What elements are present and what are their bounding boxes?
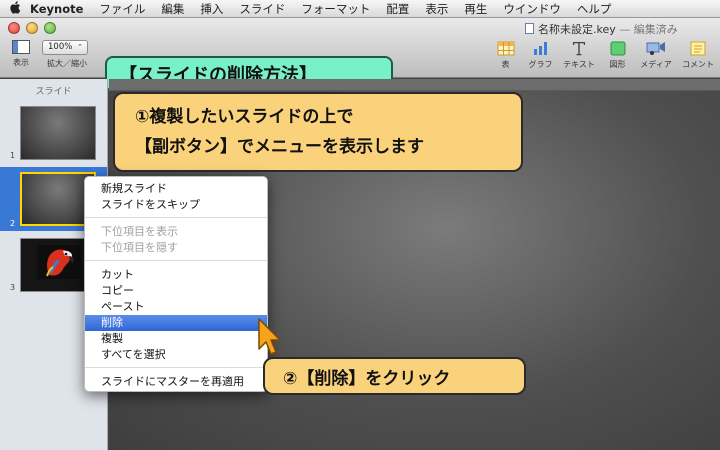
- menu-edit[interactable]: 編集: [161, 1, 184, 17]
- menu-help[interactable]: ヘルプ: [577, 1, 612, 17]
- media-icon: [646, 40, 666, 56]
- menu-item-new-slide[interactable]: 新規スライド: [85, 181, 267, 197]
- menu-file[interactable]: ファイル: [99, 1, 145, 17]
- shape-button[interactable]: 図形: [601, 40, 634, 70]
- slide-number: 1: [10, 151, 16, 160]
- window-toolbar: 名称未設定.key — 編集済み 表示 100% ⌃ 拡大／縮小 表 グラフ テキ…: [0, 18, 720, 92]
- close-window-button[interactable]: [8, 22, 20, 34]
- menu-slide[interactable]: スライド: [239, 1, 285, 17]
- table-button[interactable]: 表: [489, 40, 522, 70]
- menu-app-name[interactable]: Keynote: [30, 2, 83, 16]
- menu-play[interactable]: 再生: [464, 1, 487, 17]
- menu-item-duplicate[interactable]: 複製: [85, 331, 267, 347]
- slide-thumbnail[interactable]: [20, 106, 96, 160]
- chart-button[interactable]: グラフ: [524, 40, 557, 70]
- table-icon: [496, 40, 516, 56]
- menu-item-reapply-master[interactable]: スライドにマスターを再適用: [85, 374, 267, 390]
- menu-format[interactable]: フォーマット: [301, 1, 370, 17]
- menu-insert[interactable]: 挿入: [200, 1, 223, 17]
- window-controls: [8, 22, 56, 34]
- menu-view[interactable]: 表示: [425, 1, 448, 17]
- menu-item-cut[interactable]: カット: [85, 267, 267, 283]
- zoom-label: 拡大／縮小: [47, 59, 87, 68]
- menu-item-delete[interactable]: 削除: [85, 315, 267, 331]
- text-label: テキスト: [563, 60, 595, 69]
- instruction-callout-step2: ②【削除】をクリック: [263, 357, 526, 395]
- document-name: 名称未設定.key: [538, 23, 616, 36]
- comment-label: コメント: [682, 60, 714, 69]
- text-button[interactable]: テキスト: [559, 40, 599, 70]
- menu-separator: [85, 367, 267, 368]
- text-icon: [569, 40, 589, 56]
- slide-number: 2: [10, 219, 16, 228]
- zoom-select[interactable]: 100% ⌃: [42, 40, 88, 55]
- minimize-window-button[interactable]: [26, 22, 38, 34]
- slide-thumbnail-row[interactable]: 1: [0, 101, 107, 163]
- menu-separator: [85, 217, 267, 218]
- zoom-window-button[interactable]: [44, 22, 56, 34]
- menu-arrange[interactable]: 配置: [386, 1, 409, 17]
- toolbar-insert-buttons: 表 グラフ テキスト 図形 メディア コメント: [487, 40, 718, 70]
- view-label: 表示: [13, 58, 29, 67]
- chart-icon: [531, 40, 551, 56]
- context-menu: 新規スライド スライドをスキップ 下位項目を表示 下位項目を隠す カット コピー…: [84, 176, 268, 392]
- document-title: 名称未設定.key — 編集済み: [525, 21, 678, 37]
- document-icon: [525, 23, 534, 34]
- comment-button[interactable]: コメント: [678, 40, 718, 70]
- menu-bar: Keynote ファイル 編集 挿入 スライド フォーマット 配置 表示 再生 …: [0, 0, 720, 18]
- menu-item-copy[interactable]: コピー: [85, 283, 267, 299]
- menu-item-select-all[interactable]: すべてを選択: [85, 347, 267, 363]
- zoom-value: 100%: [48, 42, 73, 52]
- chart-label: グラフ: [528, 60, 553, 69]
- shape-icon: [608, 40, 628, 56]
- zoom-control[interactable]: 100% ⌃ 拡大／縮小: [42, 40, 92, 69]
- callout-step1-line1: ①複製したいスライドの上で: [135, 107, 354, 127]
- menu-item-show-subitems: 下位項目を表示: [101, 225, 178, 238]
- canvas-ruler-strip: [109, 79, 720, 91]
- comment-icon: [688, 40, 708, 56]
- chevron-updown-icon: ⌃: [77, 43, 83, 51]
- menu-item-hide-subitems: 下位項目を隠す: [101, 241, 178, 254]
- slide-number: 3: [10, 283, 16, 292]
- navigator-title: スライド: [35, 87, 72, 97]
- menu-item-skip-slide[interactable]: スライドをスキップ: [85, 197, 267, 213]
- media-label: メディア: [640, 60, 672, 69]
- mouse-pointer-icon: [258, 318, 281, 355]
- table-label: 表: [501, 60, 510, 69]
- apple-icon[interactable]: [0, 0, 30, 17]
- parrot-photo: [37, 245, 81, 279]
- media-button[interactable]: メディア: [636, 40, 676, 70]
- shape-label: 図形: [609, 60, 626, 69]
- view-button[interactable]: 表示: [6, 40, 36, 68]
- sidebar-view-icon: [12, 40, 30, 54]
- menu-window[interactable]: ウインドウ: [503, 1, 561, 17]
- menu-item-paste[interactable]: ペースト: [85, 299, 267, 315]
- instruction-callout-step1: ①複製したいスライドの上で 【副ボタン】でメニューを表示します: [113, 92, 523, 172]
- document-status: — 編集済み: [619, 23, 678, 36]
- callout-step1-line2: 【副ボタン】でメニューを表示します: [135, 137, 424, 157]
- menu-separator: [85, 260, 267, 261]
